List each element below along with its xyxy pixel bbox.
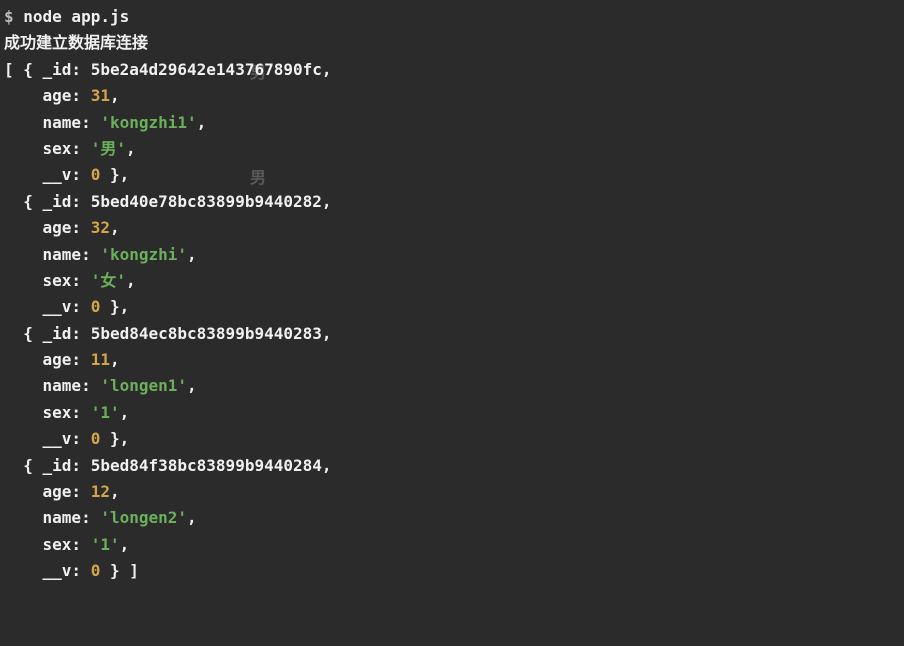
terminal-output: $ node app.js 成功建立数据库连接 [ { _id: 5be2a4d… bbox=[4, 4, 900, 585]
record-age-line: age: 31, bbox=[4, 83, 900, 109]
connection-message: 成功建立数据库连接 bbox=[4, 30, 900, 56]
record-age-line: age: 11, bbox=[4, 347, 900, 373]
record-sex-line: sex: '男', bbox=[4, 136, 900, 162]
record-age-line: age: 12, bbox=[4, 479, 900, 505]
command-text: node app.js bbox=[23, 7, 129, 26]
record-id-line: { _id: 5bed84ec8bc83899b9440283, bbox=[4, 321, 900, 347]
record-sex-line: sex: '1', bbox=[4, 400, 900, 426]
records-output: [ { _id: 5be2a4d29642e143767890fc, age: … bbox=[4, 57, 900, 585]
record-id-line: { _id: 5bed40e78bc83899b9440282, bbox=[4, 189, 900, 215]
record-v-line: __v: 0 }, bbox=[4, 294, 900, 320]
record-v-line: __v: 0 } ] bbox=[4, 558, 900, 584]
command-line: $ node app.js bbox=[4, 4, 900, 30]
record-name-line: name: 'kongzhi1', bbox=[4, 110, 900, 136]
record-name-line: name: 'kongzhi', bbox=[4, 242, 900, 268]
record-name-line: name: 'longen1', bbox=[4, 373, 900, 399]
record-name-line: name: 'longen2', bbox=[4, 505, 900, 531]
record-v-line: __v: 0 }, bbox=[4, 162, 900, 188]
record-id-line: [ { _id: 5be2a4d29642e143767890fc, bbox=[4, 57, 900, 83]
record-v-line: __v: 0 }, bbox=[4, 426, 900, 452]
record-sex-line: sex: '女', bbox=[4, 268, 900, 294]
record-id-line: { _id: 5bed84f38bc83899b9440284, bbox=[4, 453, 900, 479]
record-age-line: age: 32, bbox=[4, 215, 900, 241]
record-sex-line: sex: '1', bbox=[4, 532, 900, 558]
prompt-symbol: $ bbox=[4, 7, 23, 26]
